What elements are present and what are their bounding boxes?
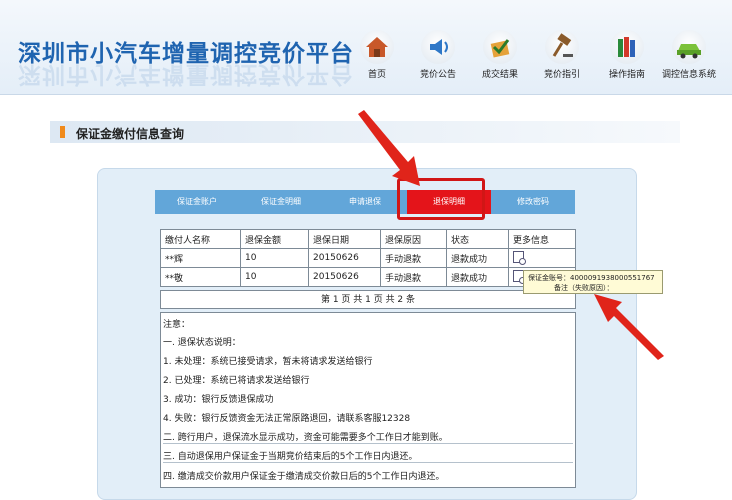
- site-header: 深圳市小汽车增量调控竞价平台 深圳市小汽车增量调控竞价平台 首页 竞价公告 成交…: [0, 0, 732, 95]
- nav-item-system[interactable]: 调控信息系统: [658, 30, 720, 85]
- note-line: 四. 缴清成交价款用户保证金于缴清成交价款日后的5个工作日内退还。: [163, 472, 445, 482]
- magnifier-icon[interactable]: [513, 250, 526, 265]
- note-line: 2. 已处理：系统已将请求发送给银行: [163, 376, 310, 386]
- detail-tooltip: 保证金账号：4000091938000551767 备注（失败原因）：: [523, 270, 663, 294]
- table-cell: 20150626: [308, 248, 381, 268]
- section-title: 保证金缴付信息查询: [76, 127, 185, 141]
- gavel-icon: [545, 30, 579, 64]
- note-line: 二. 跨行用户，退保流水显示成功，资金可能需要多个工作日才能到账。: [163, 430, 573, 444]
- table-header-row: 缴付人名称 退保金额 退保日期 退保原因 状态 更多信息: [160, 229, 576, 249]
- nav-label-system: 调控信息系统: [661, 70, 716, 80]
- table-cell: 退款成功: [446, 267, 509, 287]
- nav-item-announcement[interactable]: 竞价公告: [407, 30, 469, 85]
- tooltip-account-line: 保证金账号：4000091938000551767: [528, 274, 655, 282]
- nav-label-home: 首页: [367, 70, 386, 80]
- nav-label-gavel: 竞价指引: [543, 70, 580, 80]
- table-cell: [508, 248, 576, 268]
- nav-item-home[interactable]: 首页: [346, 30, 408, 85]
- note-line: 三. 自动退保用户保证金于当期竞价结束后的5个工作日内退还。: [163, 449, 573, 463]
- note-line: 1. 未处理：系统已接受请求，暂未将请求发送给银行: [163, 357, 373, 367]
- nav-label-guide: 操作指南: [608, 70, 645, 80]
- table-cell: 手动退款: [380, 267, 447, 287]
- tooltip-remark-line: 备注（失败原因）：: [554, 284, 614, 292]
- table-row: **辉 10 20150626 手动退款 退款成功: [160, 248, 576, 268]
- annotation-highlight-box: [397, 178, 485, 220]
- column-header: 状态: [446, 229, 509, 249]
- home-icon: [360, 30, 394, 64]
- tab-bar: 保证金账户 保证金明细 申请退保 退保明细 修改密码: [155, 190, 575, 214]
- note-line: 4. 失败：银行反馈资金无法正常原路退回，请联系客服12328: [163, 414, 411, 424]
- column-header: 更多信息: [508, 229, 576, 249]
- table-cell: **辉: [160, 248, 241, 268]
- tab-apply-refund[interactable]: 申请退保: [323, 190, 407, 214]
- nav-label-result: 成交结果: [481, 70, 518, 80]
- nav-label-announcement: 竞价公告: [419, 70, 456, 80]
- section-marker: [60, 126, 65, 138]
- pagination-info: 第 1 页 共 1 页 共 2 条: [160, 290, 576, 309]
- books-icon: [610, 30, 644, 64]
- note-line: 3. 成功：银行反馈退保成功: [163, 395, 274, 405]
- table-cell: 10: [240, 267, 309, 287]
- tab-deposit-account[interactable]: 保证金账户: [155, 190, 239, 214]
- table-cell: 退款成功: [446, 248, 509, 268]
- table-cell: 10: [240, 248, 309, 268]
- notes-box: 注意： 一. 退保状态说明： 1. 未处理：系统已接受请求，暂未将请求发送给银行…: [160, 312, 576, 488]
- nav-item-result[interactable]: 成交结果: [469, 30, 531, 85]
- announcement-icon: [421, 30, 455, 64]
- site-title-reflection: 深圳市小汽车增量调控竞价平台: [18, 61, 354, 87]
- table-cell: 手动退款: [380, 248, 447, 268]
- column-header: 缴付人名称: [160, 229, 241, 249]
- table-cell: 20150626: [308, 267, 381, 287]
- note-line: 一. 退保状态说明：: [163, 338, 241, 348]
- nav-item-gavel[interactable]: 竞价指引: [531, 30, 593, 85]
- column-header: 退保原因: [380, 229, 447, 249]
- column-header: 退保日期: [308, 229, 381, 249]
- table-row: **敬 10 20150626 手动退款 退款成功: [160, 267, 576, 287]
- notes-title: 注意：: [163, 320, 191, 330]
- refund-table: 缴付人名称 退保金额 退保日期 退保原因 状态 更多信息 **辉 10 2015…: [160, 229, 576, 287]
- section-header: 保证金缴付信息查询: [50, 121, 680, 143]
- tab-deposit-detail[interactable]: 保证金明细: [239, 190, 323, 214]
- car-icon: [672, 30, 706, 64]
- result-icon: [483, 30, 517, 64]
- table-cell: **敬: [160, 267, 241, 287]
- nav-item-guide[interactable]: 操作指南: [596, 30, 658, 85]
- column-header: 退保金额: [240, 229, 309, 249]
- tab-change-password[interactable]: 修改密码: [491, 190, 575, 214]
